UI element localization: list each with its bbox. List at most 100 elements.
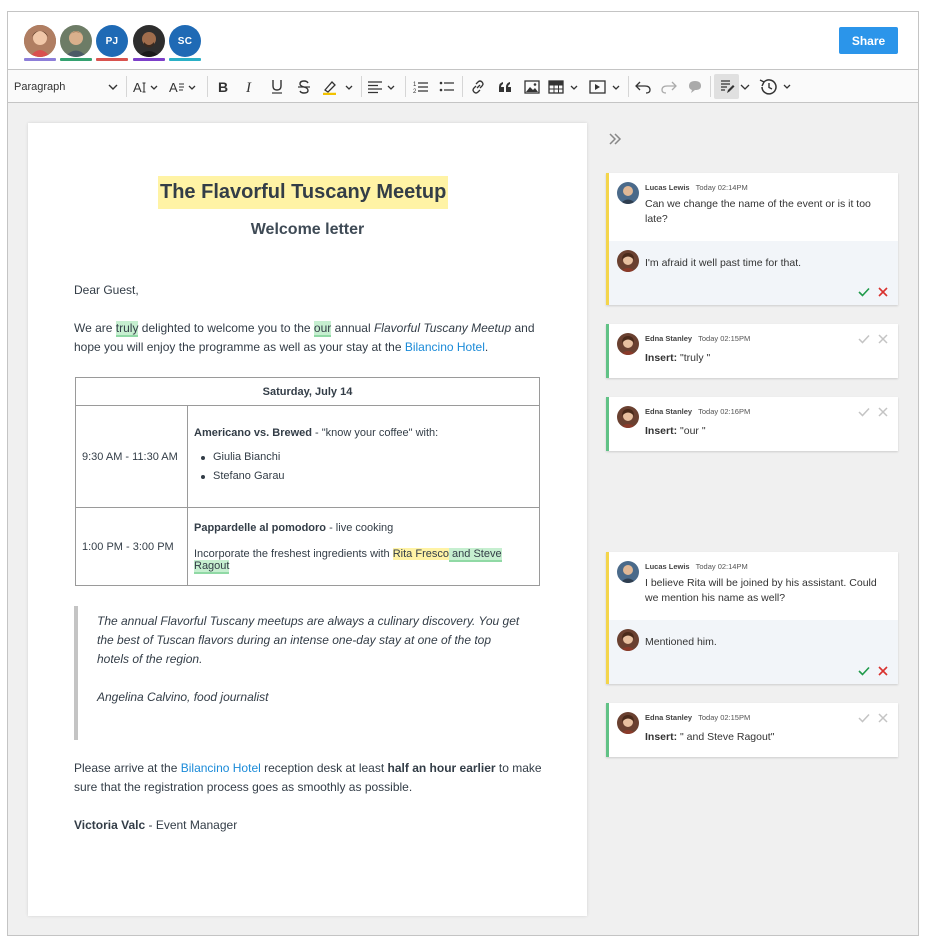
comment-highlight-rita[interactable]: Rita Fresco [392,547,449,560]
greeting[interactable]: Dear Guest, [74,281,544,300]
reply-text: Mentioned him. [645,636,717,648]
blockquote[interactable]: The annual Flavorful Tuscany meetups are… [74,606,524,740]
welcome-paragraph[interactable]: We are truly delighted to welcome you to… [74,319,544,357]
presence-avatar-5[interactable]: SC [169,25,201,61]
italic-icon[interactable]: I [240,70,260,103]
hotel-link[interactable]: Bilancino Hotel [181,761,261,775]
align-icon[interactable] [366,70,400,103]
list-item: Stefano Garau [201,470,533,482]
presence-avatar-3[interactable]: PJ [96,25,128,61]
suggestion-actions [858,407,888,417]
avatar [617,712,639,734]
underline-icon[interactable] [267,70,287,103]
toolbar-separator [710,76,711,97]
hotel-link[interactable]: Bilancino Hotel [405,340,485,354]
suggestion-thread[interactable]: Edna Stanley Today 02:15PM Insert: "truly… [606,324,898,378]
comment-icon[interactable] [684,70,706,103]
reject-close-icon[interactable] [878,407,888,417]
sidebar-toggle-icon[interactable] [608,132,622,150]
comment-text: Can we change the name of the event or i… [645,198,871,225]
reject-close-icon[interactable] [878,666,888,676]
avatar [60,25,92,57]
highlight-icon[interactable] [321,70,357,103]
comment-text: I believe Rita will be joined by his ass… [645,577,877,604]
link-icon[interactable] [467,70,489,103]
suggestion-value: "our " [677,425,706,437]
suggestion: Edna Stanley Today 02:15PM Insert: " and … [609,703,898,751]
comment-reply: I'm afraid it well past time for that. [609,241,898,305]
bulleted-list-icon[interactable] [436,70,458,103]
media-icon[interactable] [588,70,624,103]
avatar [617,250,639,272]
comment-thread[interactable]: Lucas Lewis Today 02:14PM I believe Rita … [606,552,898,684]
strikethrough-icon[interactable] [294,70,314,103]
document-page[interactable]: The Flavorful Tuscany Meetup Welcome let… [28,123,587,916]
suggestion-value: "truly " [677,352,711,364]
bold-icon[interactable]: B [213,70,233,103]
table-row: 9:30 AM - 11:30 AM Americano vs. Brewed … [75,405,540,508]
table-cell-time: 1:00 PM - 3:00 PM [75,507,188,586]
presence-avatar-1[interactable] [24,25,56,61]
table-icon[interactable] [547,70,583,103]
revision-history-icon[interactable] [757,70,797,103]
track-changes-dropdown-chevron-icon[interactable] [739,70,751,103]
presence-avatar-2[interactable] [60,25,92,61]
reject-close-icon[interactable] [878,713,888,723]
quote-text: The annual Flavorful Tuscany meetups are… [97,614,520,666]
accept-check-icon[interactable] [858,666,870,676]
suggestion-time: Today 02:16PM [698,407,751,416]
blockquote-icon[interactable] [494,70,516,103]
comment: Lucas Lewis Today 02:14PM Can we change t… [609,173,898,241]
track-changes-icon[interactable] [714,74,739,99]
presence-bar: PJ SC Share [8,12,918,70]
toolbar: Paragraph A A B I 12 [8,70,918,103]
numbered-list-icon[interactable]: 12 [410,70,432,103]
avatar [617,333,639,355]
suggestion-author: Edna Stanley [645,334,693,343]
avatar [617,406,639,428]
suggestion-insert-truly[interactable]: truly [115,321,139,337]
presence-color-bar [169,58,201,61]
presence-color-bar [60,58,92,61]
redo-icon[interactable] [658,70,680,103]
accept-check-icon[interactable] [858,407,870,417]
share-button[interactable]: Share [839,27,898,54]
comment-thread[interactable]: Lucas Lewis Today 02:14PM Can we change t… [606,173,898,305]
image-icon[interactable] [521,70,543,103]
suggestion-actions [858,334,888,344]
heading-dropdown[interactable]: Paragraph [14,70,118,103]
undo-icon[interactable] [632,70,654,103]
comment-actions [858,287,888,297]
suggestion-value: " and Steve Ragout" [677,731,775,743]
toolbar-separator [126,76,127,97]
accept-check-icon[interactable] [858,713,870,723]
reply-text: I'm afraid it well past time for that. [645,257,802,269]
reject-close-icon[interactable] [878,334,888,344]
text: Please arrive at the [74,761,181,775]
accept-check-icon[interactable] [858,334,870,344]
speakers-list: Giulia Bianchi Stefano Garau [201,451,533,482]
session-title: Pappardelle al pomodoro [194,521,327,534]
signature-name: Victoria Valc [74,818,146,832]
reject-close-icon[interactable] [878,287,888,297]
presence-avatar-4[interactable] [133,25,165,61]
suggestion-thread[interactable]: Edna Stanley Today 02:15PM Insert: " and … [606,703,898,757]
accept-check-icon[interactable] [858,287,870,297]
table-cell-description: Americano vs. Brewed - "know your coffee… [187,405,540,508]
signature-role: - Event Manager [145,818,238,832]
signature[interactable]: Victoria Valc - Event Manager [74,816,544,835]
suggestion-thread[interactable]: Edna Stanley Today 02:16PM Insert: "our " [606,397,898,451]
comment: Lucas Lewis Today 02:14PM I believe Rita … [609,552,898,620]
text: Incorporate the freshest ingredients wit… [194,547,393,560]
font-size-icon[interactable]: A [132,70,164,103]
event-name: Flavorful Tuscany Meetup [373,321,512,335]
svg-text:1: 1 [413,82,417,88]
editor-workspace: The Flavorful Tuscany Meetup Welcome let… [8,103,918,935]
font-family-icon[interactable]: A [168,70,202,103]
schedule-table[interactable]: Saturday, July 14 9:30 AM - 11:30 AM Ame… [75,377,540,586]
arrival-paragraph[interactable]: Please arrive at the Bilancino Hotel rec… [74,759,544,797]
document-title[interactable]: The Flavorful Tuscany Meetup [158,176,449,209]
suggestion-insert-our[interactable]: our [313,321,332,337]
document-subtitle[interactable]: Welcome letter [28,221,587,239]
text: We are [74,321,116,335]
